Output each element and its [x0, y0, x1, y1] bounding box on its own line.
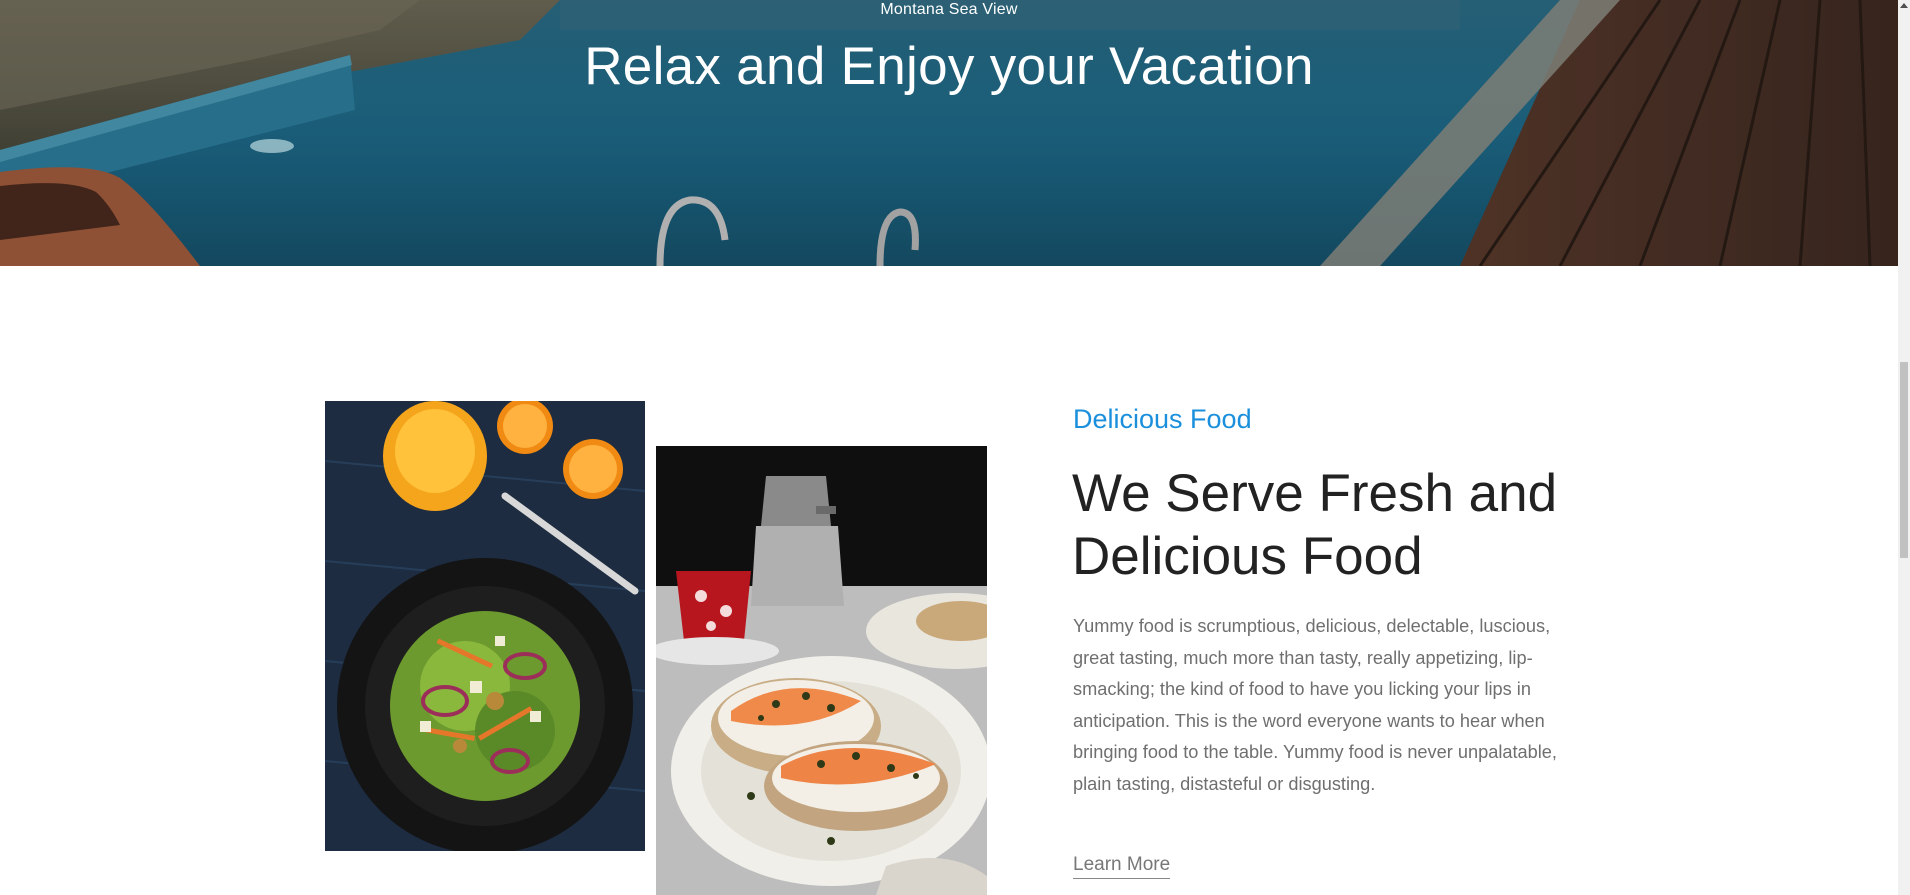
- section-body-text: Yummy food is scrumptious, delicious, de…: [1073, 616, 1557, 794]
- hero-subtitle: Montana Sea View: [880, 1, 1018, 18]
- scrollbar-thumb[interactable]: [1900, 362, 1908, 558]
- section-heading: We Serve Fresh and Delicious Food: [1072, 464, 1558, 586]
- hero-title: Relax and Enjoy your Vacation: [584, 37, 1314, 96]
- page: Montana Sea View Relax and Enjoy your Va…: [0, 0, 1910, 895]
- page-scrollbar[interactable]: [1898, 0, 1910, 895]
- section-eyebrow: Delicious Food: [1073, 404, 1252, 434]
- salmon-toast-photo: [656, 446, 987, 895]
- hero-banner: Montana Sea View Relax and Enjoy your Va…: [0, 0, 1898, 266]
- learn-more-link[interactable]: Learn More: [1073, 854, 1171, 879]
- scroll-up-arrow-icon[interactable]: [1900, 3, 1908, 8]
- salad-photo: [325, 401, 645, 851]
